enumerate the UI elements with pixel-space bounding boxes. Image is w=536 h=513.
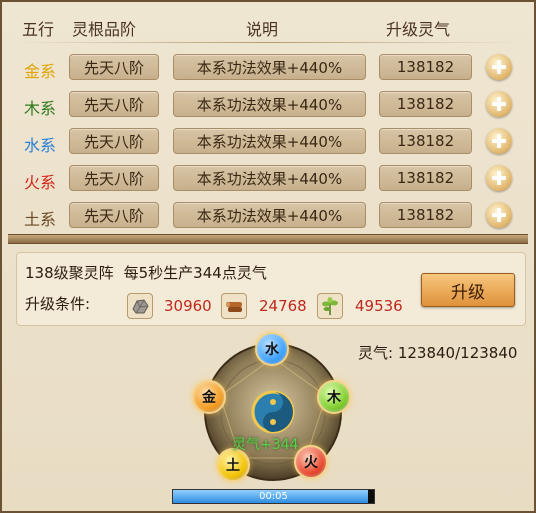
desc-value: 本系功法效果+440% [173,165,366,191]
metal-element-icon: 金 [192,380,226,414]
table-row: 木系 先天八阶 本系功法效果+440% 138182 [2,86,536,122]
upgrade-condition-label: 升级条件: [25,295,91,313]
table-row: 火系 先天八阶 本系功法效果+440% 138182 [2,160,536,196]
grade-value: 先天八阶 [69,165,159,191]
plus-icon[interactable] [486,128,512,154]
ore-cost: 30960 [164,297,212,315]
gathering-array-panel: 138级聚灵阵 每5秒生产344点灵气 升级条件: 30960 24768 495… [16,252,526,326]
qi-value: 123840/123840 [397,344,518,362]
qi-gain-popup: 灵气+344 [232,437,299,453]
progress-timer: 00:05 [259,491,288,502]
array-production: 每5秒生产344点灵气 [123,264,267,282]
array-info: 138级聚灵阵 每5秒生产344点灵气 [25,262,267,283]
upgrade-button[interactable]: 升级 [421,273,515,307]
wood-cost: 24768 [259,297,307,315]
section-divider [8,234,528,244]
table-header: 五行 灵根品阶 说明 升级灵气 [8,8,526,44]
desc-value: 本系功法效果+440% [173,54,366,80]
grade-value: 先天八阶 [69,91,159,117]
table-row: 金系 先天八阶 本系功法效果+440% 138182 [2,49,536,85]
grade-value: 先天八阶 [69,54,159,80]
header-desc: 说明 [246,20,279,39]
header-cost: 升级灵气 [386,20,451,39]
desc-value: 本系功法效果+440% [173,202,366,228]
header-element: 五行 [22,20,55,39]
grade-value: 先天八阶 [69,202,159,228]
desc-value: 本系功法效果+440% [173,91,366,117]
header-grade: 灵根品阶 [72,20,137,39]
element-label: 火系 [24,173,57,192]
wood-icon [221,293,247,319]
herb-icon [317,293,343,319]
collect-progress-bar: 00:05 [172,489,375,504]
cost-value: 138182 [379,202,472,228]
cost-value: 138182 [379,165,472,191]
table-row: 水系 先天八阶 本系功法效果+440% 138182 [2,123,536,159]
herb-cost: 49536 [355,297,403,315]
wood-element-icon: 木 [317,380,351,414]
cost-value: 138182 [379,91,472,117]
water-element-icon: 水 [255,332,289,366]
plus-icon[interactable] [486,54,512,80]
grade-value: 先天八阶 [69,128,159,154]
yin-yang-icon [251,390,295,434]
ore-icon [127,293,153,319]
plus-icon[interactable] [486,91,512,117]
plus-icon[interactable] [486,165,512,191]
qi-label: 灵气: [358,344,394,362]
element-label: 水系 [24,136,57,155]
desc-value: 本系功法效果+440% [173,128,366,154]
table-row: 土系 先天八阶 本系功法效果+440% 138182 [2,197,536,233]
spirit-root-panel: 五行 灵根品阶 说明 升级灵气 金系 先天八阶 本系功法效果+440% 1381… [0,0,536,513]
cost-value: 138182 [379,128,472,154]
element-label: 土系 [24,210,57,229]
plus-icon[interactable] [486,202,512,228]
element-label: 木系 [24,99,57,118]
array-level: 138级聚灵阵 [25,264,114,282]
qi-status: 灵气: 123840/123840 [358,342,517,363]
fire-element-icon: 火 [294,445,328,479]
element-label: 金系 [24,62,57,81]
cost-value: 138182 [379,54,472,80]
header-divider [10,42,526,43]
